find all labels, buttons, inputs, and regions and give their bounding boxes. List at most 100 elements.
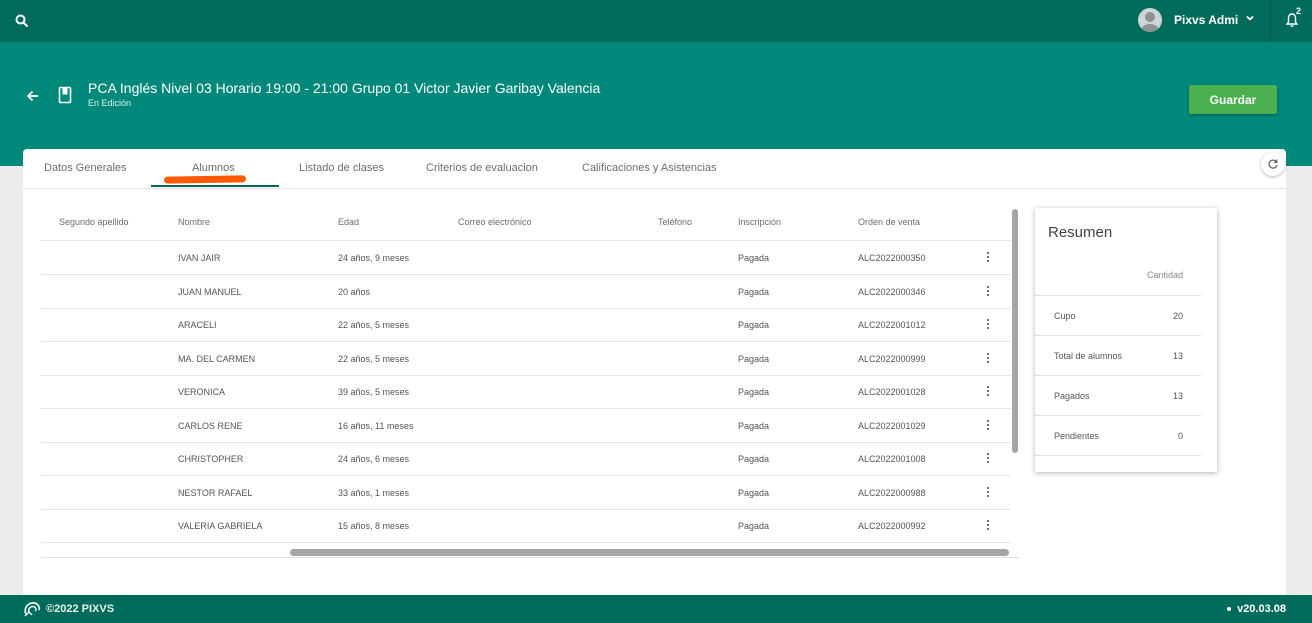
tab-bar: Datos Generales Alumnos Listado de clase… bbox=[23, 149, 1286, 189]
save-button[interactable]: Guardar bbox=[1189, 85, 1277, 114]
summary-divider bbox=[1035, 455, 1201, 456]
table-row[interactable]: MA. DEL CARMEN 22 años, 5 meses Pagada ALC2… bbox=[41, 342, 1011, 376]
column-header-inscripcion[interactable]: Inscripción bbox=[738, 217, 781, 227]
table-row[interactable]: IVAN JAIR 24 años, 9 meses Pagada ALC202200… bbox=[41, 241, 1011, 275]
cell-orden-de-venta: ALC2022001008 bbox=[858, 454, 926, 464]
cell-inscripcion: Pagada bbox=[738, 420, 770, 431]
cell-inscripcion: Pagada bbox=[738, 521, 770, 531]
more-vert-icon[interactable] bbox=[986, 319, 990, 331]
top-app-bar: Pixvs Admi 2 bbox=[0, 0, 1312, 42]
summary-divider bbox=[1035, 375, 1201, 376]
copyright-text: ©2022 PIXVS bbox=[46, 603, 115, 615]
tab-criterios-de-evaluacion[interactable]: Criterios de evaluacion bbox=[426, 162, 538, 174]
summary-value: 13 bbox=[1172, 351, 1183, 361]
cell-inscripcion: Pagada bbox=[738, 320, 770, 330]
cell-nombre: CHRISTOPHER bbox=[178, 454, 244, 464]
more-vert-icon[interactable] bbox=[986, 520, 990, 532]
summary-label: Pendientes bbox=[1054, 431, 1100, 441]
table-row[interactable]: ARACELI 22 años, 5 meses Pagada ALC20220010… bbox=[41, 308, 1011, 342]
table-row[interactable]: JUAN MANUEL 20 años Pagada ALC2022000346 bbox=[41, 275, 1011, 309]
cell-edad: 24 años, 9 meses bbox=[338, 253, 410, 263]
column-header-correo[interactable]: Correo electrónico bbox=[458, 217, 532, 227]
summary-divider bbox=[1035, 415, 1201, 416]
summary-column-header: Cantidad bbox=[1146, 270, 1183, 280]
refresh-icon bbox=[1268, 159, 1278, 169]
notification-badge: 2 bbox=[1296, 6, 1302, 16]
cell-inscripcion: Pagada bbox=[738, 454, 770, 464]
user-name[interactable]: Pixvs Admi bbox=[1174, 13, 1238, 27]
cell-edad: 33 años, 1 meses bbox=[338, 487, 410, 498]
cell-orden-de-venta: ALC2022000999 bbox=[858, 353, 926, 364]
students-table: Segundo apellido Nombre Edad Correo elec… bbox=[41, 207, 1019, 553]
cell-nombre: CARLOS RENE bbox=[178, 420, 243, 431]
status-dot bbox=[1227, 607, 1231, 611]
cell-nombre: VERONICA bbox=[178, 387, 226, 397]
horizontal-scrollbar[interactable] bbox=[290, 549, 1009, 556]
tab-calificaciones-y-asistencias[interactable]: Calificaciones y Asistencias bbox=[582, 162, 717, 174]
column-header-nombre[interactable]: Nombre bbox=[178, 217, 210, 227]
more-vert-icon[interactable] bbox=[986, 386, 990, 398]
table-row[interactable]: CHRISTOPHER 24 años, 6 meses Pagada ALC2022… bbox=[41, 442, 1011, 476]
summary-value: 20 bbox=[1172, 311, 1183, 321]
content-card: Datos Generales Alumnos Listado de clase… bbox=[23, 149, 1286, 595]
back-arrow-icon[interactable] bbox=[26, 89, 40, 103]
summary-divider bbox=[1035, 295, 1201, 296]
search-icon[interactable] bbox=[14, 13, 30, 29]
chevron-down-icon[interactable] bbox=[1244, 12, 1256, 24]
summary-value: 0 bbox=[1177, 431, 1183, 441]
cell-orden-de-venta: ALC2022000988 bbox=[858, 487, 926, 498]
summary-label: Pagados bbox=[1054, 391, 1090, 401]
cell-orden-de-venta: ALC2022000346 bbox=[858, 286, 926, 297]
more-vert-icon[interactable] bbox=[986, 285, 990, 298]
tab-alumnos[interactable]: Alumnos bbox=[192, 162, 235, 174]
column-header-telefono[interactable]: Teléfono bbox=[658, 217, 692, 227]
horizontal-scroll-track bbox=[41, 557, 1019, 558]
table-row[interactable]: VERONICA 39 años, 5 meses Pagada ALC2022001… bbox=[41, 375, 1011, 409]
column-header-edad[interactable]: Edad bbox=[338, 217, 359, 227]
refresh-button[interactable] bbox=[1261, 152, 1285, 176]
column-header-orden-de-venta[interactable]: Orden de venta bbox=[858, 217, 920, 227]
more-vert-icon[interactable] bbox=[986, 352, 990, 365]
footer: ©2022 PIXVS v20.03.08 bbox=[0, 595, 1312, 623]
cell-edad: 15 años, 8 meses bbox=[338, 521, 410, 531]
tab-listado-de-clases[interactable]: Listado de clases bbox=[299, 162, 384, 174]
more-vert-icon[interactable] bbox=[986, 419, 990, 432]
column-header-segundo-apellido[interactable]: Segundo apellido bbox=[59, 217, 129, 227]
table-row[interactable]: CARLOS RENE 16 años, 11 meses Pagada ALC202… bbox=[41, 409, 1011, 443]
cell-edad: 16 años, 11 meses bbox=[338, 420, 414, 431]
summary-panel: Resumen Cantidad Cupo 20 Total de alumnos 1… bbox=[1035, 208, 1217, 472]
summary-title: Resumen bbox=[1048, 224, 1113, 241]
summary-label: Total de alumnos bbox=[1054, 351, 1123, 361]
cell-edad: 22 años, 5 meses bbox=[338, 320, 410, 330]
cell-orden-de-venta: ALC2022001029 bbox=[858, 420, 926, 431]
cell-nombre: VALERIA GABRIELA bbox=[178, 521, 263, 531]
more-vert-icon[interactable] bbox=[986, 252, 990, 264]
table-row[interactable]: NESTOR RAFAEL 33 años, 1 meses Pagada ALC20… bbox=[41, 476, 1011, 510]
cell-orden-de-venta: ALC2022001012 bbox=[858, 320, 926, 330]
cell-edad: 24 años, 6 meses bbox=[338, 454, 410, 464]
cell-edad: 20 años bbox=[338, 286, 371, 297]
cell-orden-de-venta: ALC2022000350 bbox=[858, 253, 926, 263]
page-header: PCA Inglés Nivel 03 Horario 19:00 - 21:0… bbox=[0, 42, 1312, 166]
cell-orden-de-venta: ALC2022001028 bbox=[858, 387, 926, 397]
cell-inscripcion: Pagada bbox=[738, 286, 770, 297]
page-title: PCA Inglés Nivel 03 Horario 19:00 - 21:0… bbox=[88, 80, 601, 96]
more-vert-icon[interactable] bbox=[986, 486, 990, 499]
cell-edad: 22 años, 5 meses bbox=[338, 353, 410, 364]
summary-value: 13 bbox=[1172, 391, 1183, 401]
avatar[interactable] bbox=[1138, 8, 1162, 32]
cell-nombre: NESTOR RAFAEL bbox=[178, 487, 253, 498]
version-label: v20.03.08 bbox=[1237, 603, 1286, 615]
tab-highlight-mark bbox=[163, 175, 247, 184]
page-subtitle: En Edición bbox=[88, 98, 132, 108]
summary-label: Cupo bbox=[1054, 311, 1076, 321]
summary-divider bbox=[1035, 335, 1201, 336]
tab-datos-generales[interactable]: Datos Generales bbox=[44, 162, 127, 174]
table-row[interactable]: VALERIA GABRIELA 15 años, 8 meses Pagada AL… bbox=[41, 509, 1011, 543]
cell-nombre: ARACELI bbox=[178, 320, 217, 330]
more-vert-icon[interactable] bbox=[986, 453, 990, 465]
active-tab-indicator bbox=[151, 185, 279, 187]
cell-inscripcion: Pagada bbox=[738, 387, 770, 397]
vertical-scrollbar[interactable] bbox=[1012, 209, 1018, 453]
topbar-divider bbox=[1270, 0, 1271, 42]
